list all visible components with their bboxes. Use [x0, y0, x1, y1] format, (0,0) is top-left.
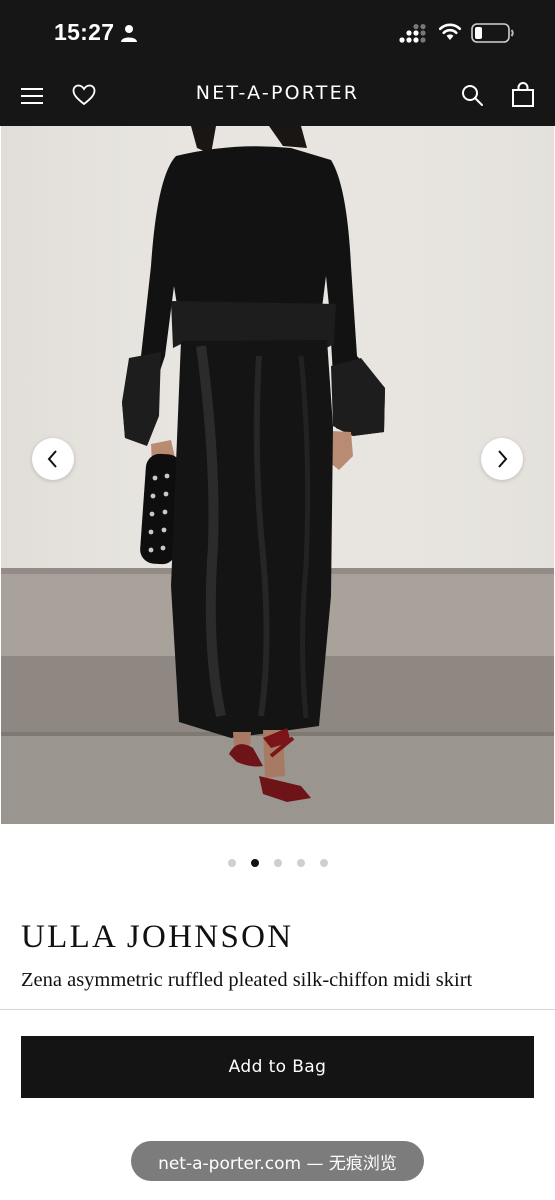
site-header: NET-A-PORTER — [0, 66, 555, 126]
pagination-dot[interactable] — [273, 859, 282, 867]
chevron-right-icon — [498, 450, 508, 468]
product-photo — [1, 126, 554, 824]
browser-url-pill[interactable]: net-a-porter.com — 无痕浏览 — [131, 1141, 424, 1181]
pagination-dot[interactable] — [227, 859, 236, 867]
image-pagination — [0, 859, 555, 869]
add-to-bag-button[interactable]: Add to Bag — [21, 1036, 534, 1098]
wifi-icon — [438, 23, 462, 40]
product-image[interactable] — [1, 126, 554, 824]
pagination-dot[interactable] — [319, 859, 328, 867]
status-time: 15:27 — [54, 19, 115, 45]
signal-icon — [399, 24, 426, 43]
search-icon[interactable] — [460, 83, 484, 107]
status-bar: 15:27 — [0, 0, 555, 66]
product-title: Zena asymmetric ruffled pleated silk-chi… — [21, 969, 473, 991]
carousel-next-button[interactable] — [481, 438, 523, 480]
chevron-left-icon — [47, 450, 57, 468]
person-icon — [121, 25, 137, 42]
pagination-dot-active[interactable] — [250, 859, 259, 867]
carousel-prev-button[interactable] — [32, 438, 74, 480]
divider — [0, 1009, 555, 1010]
bag-icon[interactable] — [511, 82, 535, 108]
battery-icon — [471, 23, 514, 43]
pagination-dot[interactable] — [296, 859, 305, 867]
product-brand[interactable]: ULLA JOHNSON — [21, 919, 293, 956]
